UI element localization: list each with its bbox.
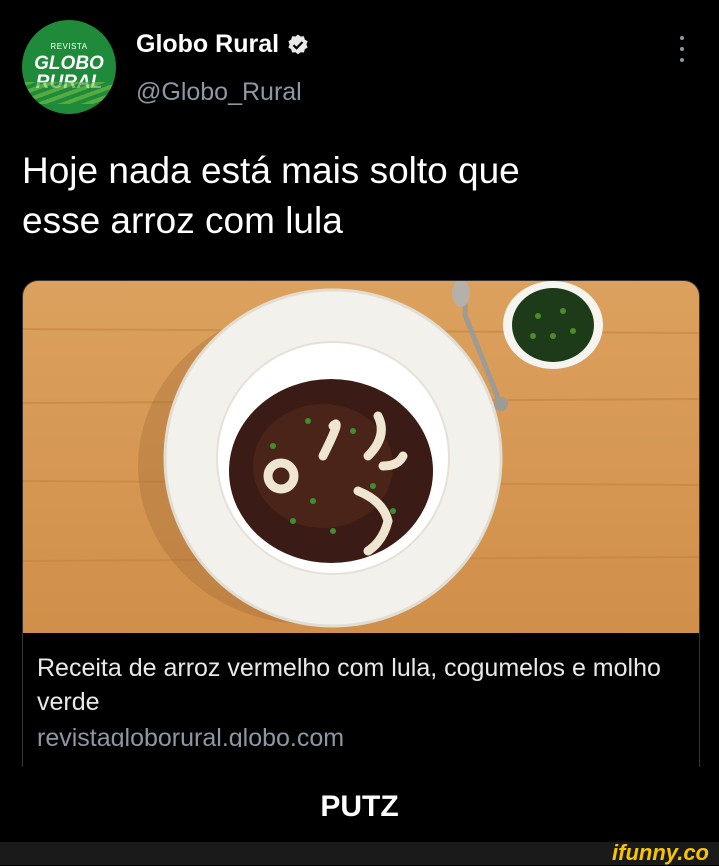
card-domain[interactable]: revistagloborural.globo.com (37, 721, 344, 747)
avatar-top-text: REVISTA (50, 41, 88, 51)
author-handle[interactable]: @Globo_Rural (136, 78, 302, 107)
more-options-icon[interactable] (676, 36, 688, 62)
author-name[interactable]: Globo Rural (136, 30, 279, 59)
ifunny-watermark: ifunny.co (612, 840, 709, 865)
tweet-text-line1: Hoje nada está mais solto que (22, 150, 520, 191)
link-card[interactable]: Receita de arroz vermelho com lula, cogu… (22, 280, 700, 767)
profile-avatar[interactable]: REVISTA GLOBO RURAL (22, 20, 116, 114)
meme-caption: PUTZ (320, 790, 399, 823)
author-row: Globo Rural (136, 30, 310, 59)
tweet-text: Hoje nada está mais solto que esse arroz… (22, 146, 682, 246)
card-title[interactable]: Receita de arroz vermelho com lula, cogu… (37, 651, 692, 719)
avatar-field-stripes (22, 82, 116, 104)
verified-badge-icon (288, 34, 308, 54)
tweet-text-line2: esse arroz com lula (22, 200, 343, 241)
card-image-rice-dish (23, 281, 699, 633)
avatar-line1: GLOBO (34, 52, 104, 74)
